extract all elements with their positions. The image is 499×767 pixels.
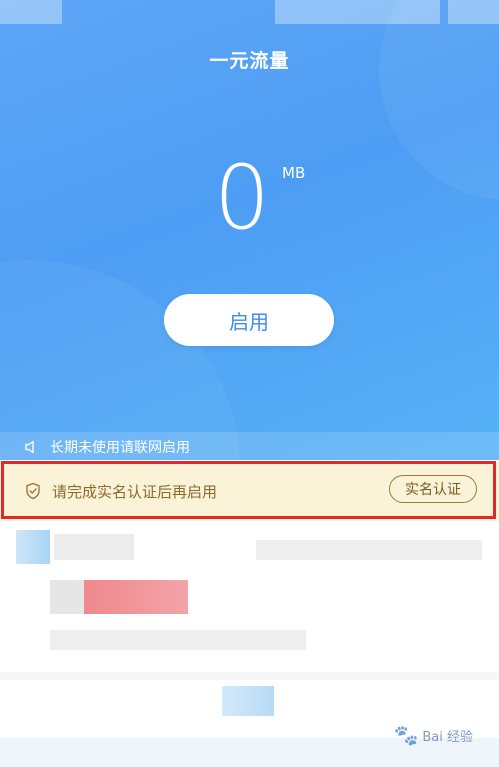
notice-bar: 长期未使用请联网启用	[0, 432, 499, 460]
decorative-circle	[379, 0, 499, 200]
blurred-avatar	[16, 530, 50, 564]
paw-icon: 🐾	[393, 723, 419, 747]
data-plan-hero: 一元流量 0 MB 启用 长期未使用请联网启用	[0, 0, 499, 460]
status-bar-blurred	[275, 0, 440, 24]
verification-message: 请完成实名认证后再启用	[52, 482, 218, 501]
watermark-text: Bai 经验	[422, 729, 473, 745]
decorative-circle	[0, 260, 240, 460]
real-name-verify-button[interactable]: 实名认证	[389, 475, 477, 503]
blurred-red-badge	[84, 580, 188, 614]
data-balance-value: 0	[214, 146, 270, 249]
data-balance-unit: MB	[282, 164, 306, 182]
blurred-text	[54, 534, 134, 560]
blurred-link	[222, 686, 274, 716]
shield-check-icon	[24, 482, 42, 500]
enable-button[interactable]: 启用	[164, 294, 334, 346]
blurred-text	[50, 630, 306, 650]
page-title: 一元流量	[209, 50, 290, 72]
divider	[0, 672, 499, 680]
speaker-icon	[24, 439, 40, 455]
watermark: 🐾 Bai 经验	[393, 723, 473, 747]
status-bar-blurred	[448, 0, 499, 24]
verification-banner: 请完成实名认证后再启用 实名认证	[0, 461, 499, 521]
notice-text: 长期未使用请联网启用	[50, 440, 190, 456]
status-bar-blurred	[0, 0, 62, 24]
blurred-block	[50, 580, 84, 614]
blurred-text	[256, 540, 482, 560]
